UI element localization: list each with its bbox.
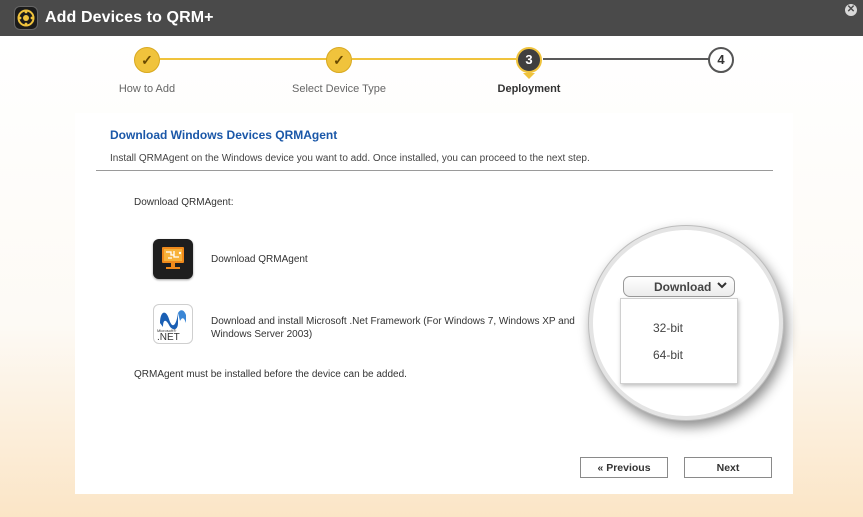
download-option-64bit[interactable]: 64-bit xyxy=(653,348,683,362)
chevron-down-icon xyxy=(716,279,728,294)
step-label-deployment: Deployment xyxy=(497,83,561,95)
dotnet-icon-caption: .NET xyxy=(157,332,180,343)
step-label-how-to-add: How to Add xyxy=(118,83,176,95)
download-qrmagent-text: Download QRMAgent xyxy=(211,254,308,265)
qrm-logo-icon xyxy=(14,6,38,30)
wizard-window: ✓ ✓ 3 4 How to Add Select Device Type De… xyxy=(0,36,863,517)
download-section-label: Download QRMAgent: xyxy=(134,197,234,208)
download-dropdown-button[interactable]: Download xyxy=(623,276,735,297)
title-bar: Add Devices to QRM+ ✕ xyxy=(0,0,863,36)
step-connector-1 xyxy=(160,58,336,60)
current-step-pointer xyxy=(523,73,535,79)
qrmagent-icon xyxy=(153,239,193,279)
step-3-current: 3 xyxy=(516,47,542,73)
page-description: Install QRMAgent on the Windows device y… xyxy=(110,153,590,164)
window-title: Add Devices to QRM+ xyxy=(45,9,214,26)
previous-button[interactable]: « Previous xyxy=(580,457,668,478)
download-dropdown-menu: 32-bit 64-bit xyxy=(620,298,738,384)
magnifier-callout: Download 32-bit 64-bit xyxy=(593,230,779,416)
step-connector-3 xyxy=(543,58,709,60)
divider xyxy=(96,170,773,171)
step-2-check-icon: ✓ xyxy=(326,47,352,73)
install-note: QRMAgent must be installed before the de… xyxy=(134,369,407,380)
download-dotnet-text: Download and install Microsoft .Net Fram… xyxy=(211,316,575,340)
step-connector-2 xyxy=(352,58,516,60)
download-dropdown-label: Download xyxy=(654,280,712,294)
download-option-32bit[interactable]: 32-bit xyxy=(653,321,683,335)
step-label-select-device-type: Select Device Type xyxy=(292,83,386,95)
step-4-pending: 4 xyxy=(708,47,734,73)
step-1-check-icon: ✓ xyxy=(134,47,160,73)
next-button[interactable]: Next xyxy=(684,457,772,478)
close-icon[interactable]: ✕ xyxy=(845,4,857,16)
dotnet-icon: Microsoft® .NET xyxy=(153,304,193,344)
page-title: Download Windows Devices QRMAgent xyxy=(110,128,338,142)
